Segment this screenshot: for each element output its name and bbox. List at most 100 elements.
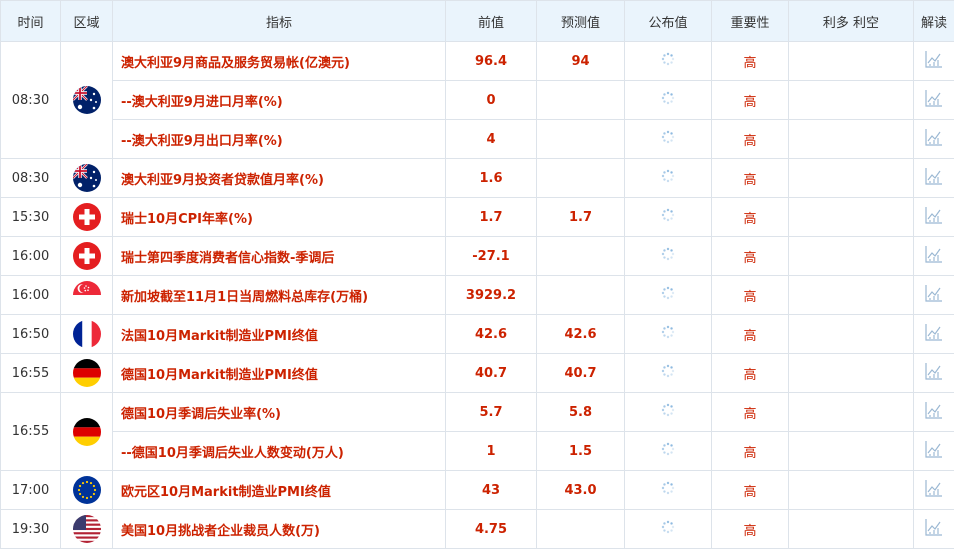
australia-flag-icon — [73, 164, 101, 192]
actual-value — [625, 315, 712, 354]
table-row: 17:00 欧元区10月Markit制造业PMI终值 43 43.0 高 — [1, 471, 954, 510]
indicator-link[interactable]: 欧元区10月Markit制造业PMI终值 — [113, 471, 446, 510]
actual-value — [625, 81, 712, 120]
actual-value — [625, 42, 712, 81]
actual-value — [625, 237, 712, 276]
header-importance: 重要性 — [712, 1, 789, 42]
actual-value — [625, 432, 712, 471]
analysis-cell[interactable] — [914, 159, 954, 198]
previous-value: 96.4 — [446, 42, 537, 81]
analysis-cell[interactable] — [914, 315, 954, 354]
forecast-value — [537, 276, 625, 315]
chart-analysis-icon[interactable] — [924, 88, 944, 112]
loading-spinner-icon — [661, 208, 675, 226]
analysis-cell[interactable] — [914, 81, 954, 120]
table-header-row: 时间 区域 指标 前值 预测值 公布值 重要性 利多 利空 解读 — [1, 1, 954, 42]
importance-value: 高 — [712, 237, 789, 276]
time-cell: 16:00 — [1, 276, 61, 315]
chart-analysis-icon[interactable] — [924, 49, 944, 73]
chart-analysis-icon[interactable] — [924, 439, 944, 463]
impact-cell — [789, 42, 914, 81]
analysis-cell[interactable] — [914, 237, 954, 276]
analysis-cell[interactable] — [914, 393, 954, 432]
actual-value — [625, 393, 712, 432]
importance-value: 高 — [712, 276, 789, 315]
indicator-link[interactable]: 瑞士第四季度消费者信心指数-季调后 — [113, 237, 446, 276]
forecast-value — [537, 159, 625, 198]
table-row: --澳大利亚9月出口月率(%) 4 高 — [1, 120, 954, 159]
forecast-value: 42.6 — [537, 315, 625, 354]
time-cell: 16:00 — [1, 237, 61, 276]
header-previous: 前值 — [446, 1, 537, 42]
importance-value: 高 — [712, 120, 789, 159]
france-flag-icon — [73, 320, 101, 348]
loading-spinner-icon — [661, 325, 675, 343]
indicator-link[interactable]: 澳大利亚9月商品及服务贸易帐(亿澳元) — [113, 42, 446, 81]
analysis-cell[interactable] — [914, 432, 954, 471]
indicator-link[interactable]: 瑞士10月CPI年率(%) — [113, 198, 446, 237]
previous-value: 4 — [446, 120, 537, 159]
actual-value — [625, 510, 712, 549]
indicator-link[interactable]: 德国10月季调后失业率(%) — [113, 393, 446, 432]
time-cell: 08:30 — [1, 159, 61, 198]
chart-analysis-icon[interactable] — [924, 517, 944, 541]
actual-value — [625, 159, 712, 198]
switzerland-flag-icon — [73, 242, 101, 270]
germany-flag-icon — [73, 359, 101, 387]
header-impact: 利多 利空 — [789, 1, 914, 42]
time-cell: 19:30 — [1, 510, 61, 549]
impact-cell — [789, 354, 914, 393]
region-cell — [61, 471, 113, 510]
importance-value: 高 — [712, 471, 789, 510]
forecast-value — [537, 81, 625, 120]
indicator-link[interactable]: --德国10月季调后失业人数变动(万人) — [113, 432, 446, 471]
chart-analysis-icon[interactable] — [924, 205, 944, 229]
impact-cell — [789, 393, 914, 432]
region-cell — [61, 354, 113, 393]
impact-cell — [789, 432, 914, 471]
actual-value — [625, 354, 712, 393]
analysis-cell[interactable] — [914, 510, 954, 549]
time-cell: 16:50 — [1, 315, 61, 354]
germany-flag-icon — [73, 418, 101, 446]
chart-analysis-icon[interactable] — [924, 283, 944, 307]
indicator-link[interactable]: 澳大利亚9月投资者贷款值月率(%) — [113, 159, 446, 198]
analysis-cell[interactable] — [914, 198, 954, 237]
region-cell — [61, 276, 113, 315]
forecast-value: 5.8 — [537, 393, 625, 432]
indicator-link[interactable]: --澳大利亚9月出口月率(%) — [113, 120, 446, 159]
analysis-cell[interactable] — [914, 120, 954, 159]
analysis-cell[interactable] — [914, 276, 954, 315]
singapore-flag-icon — [73, 281, 101, 309]
loading-spinner-icon — [661, 169, 675, 187]
indicator-link[interactable]: 新加坡截至11月1日当周燃料总库存(万桶) — [113, 276, 446, 315]
chart-analysis-icon[interactable] — [924, 478, 944, 502]
indicator-link[interactable]: 德国10月Markit制造业PMI终值 — [113, 354, 446, 393]
previous-value: 3929.2 — [446, 276, 537, 315]
header-indicator: 指标 — [113, 1, 446, 42]
region-cell — [61, 159, 113, 198]
loading-spinner-icon — [661, 91, 675, 109]
chart-analysis-icon[interactable] — [924, 361, 944, 385]
previous-value: 43 — [446, 471, 537, 510]
analysis-cell[interactable] — [914, 354, 954, 393]
table-row: 16:55 德国10月季调后失业率(%) 5.7 5.8 高 — [1, 393, 954, 432]
chart-analysis-icon[interactable] — [924, 244, 944, 268]
indicator-link[interactable]: 法国10月Markit制造业PMI终值 — [113, 315, 446, 354]
time-cell: 15:30 — [1, 198, 61, 237]
chart-analysis-icon[interactable] — [924, 166, 944, 190]
actual-value — [625, 276, 712, 315]
chart-analysis-icon[interactable] — [924, 322, 944, 346]
analysis-cell[interactable] — [914, 42, 954, 81]
chart-analysis-icon[interactable] — [924, 400, 944, 424]
importance-value: 高 — [712, 393, 789, 432]
indicator-link[interactable]: --澳大利亚9月进口月率(%) — [113, 81, 446, 120]
table-row: 08:30 澳大利亚9月商品及服务贸易帐(亿澳元) 96.4 94 高 — [1, 42, 954, 81]
time-cell: 17:00 — [1, 471, 61, 510]
indicator-link[interactable]: 美国10月挑战者企业裁员人数(万) — [113, 510, 446, 549]
chart-analysis-icon[interactable] — [924, 127, 944, 151]
forecast-value — [537, 510, 625, 549]
forecast-value: 94 — [537, 42, 625, 81]
impact-cell — [789, 237, 914, 276]
analysis-cell[interactable] — [914, 471, 954, 510]
